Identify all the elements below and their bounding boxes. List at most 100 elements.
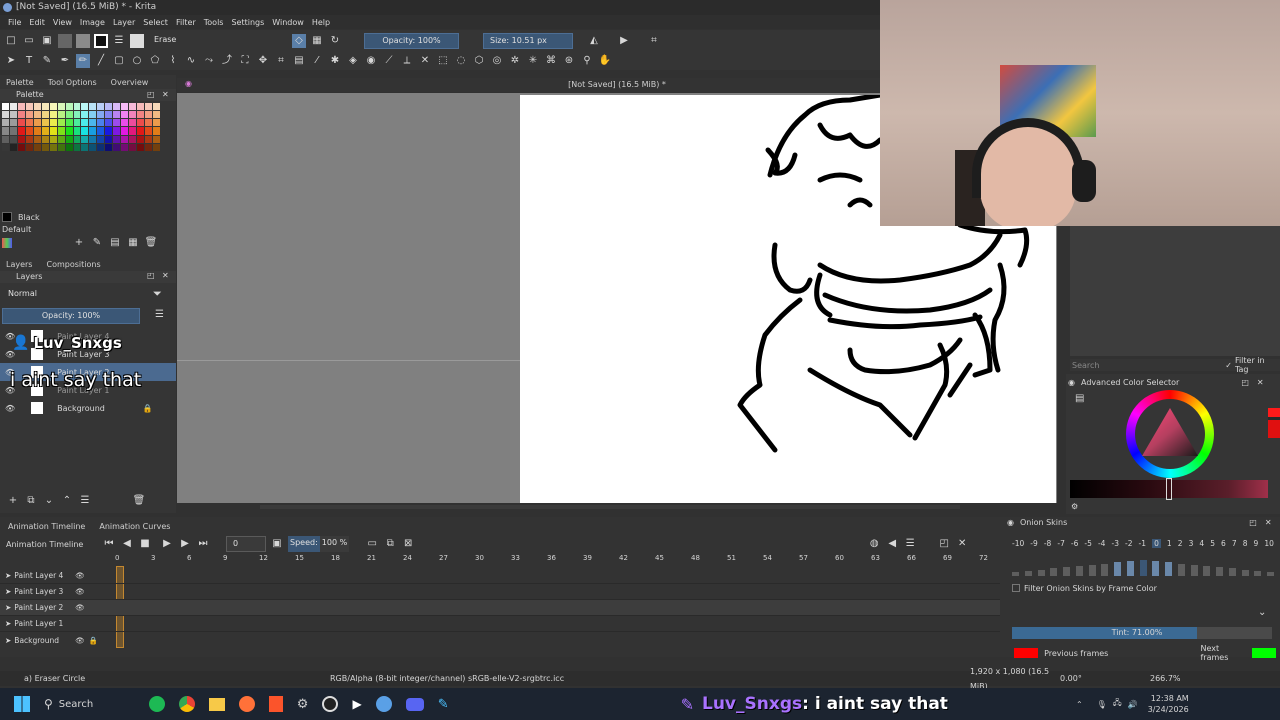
- palette-swatch[interactable]: [137, 111, 145, 119]
- frame-display-icon[interactable]: ▭: [365, 537, 379, 551]
- palette-swatch[interactable]: [2, 111, 9, 119]
- timeline-menu-icon[interactable]: ☰: [903, 537, 917, 551]
- settings-gear-icon[interactable]: ⚙: [1071, 502, 1078, 511]
- palette-swatch[interactable]: [145, 111, 153, 119]
- delete-icon[interactable]: 🗑: [144, 236, 158, 250]
- mic-icon[interactable]: 🎙: [1097, 700, 1107, 709]
- palette-swatch[interactable]: [137, 143, 145, 151]
- frame-input[interactable]: 0: [226, 536, 266, 552]
- palette-swatch[interactable]: [105, 135, 113, 143]
- eraser-mode-icon[interactable]: ◇: [292, 34, 306, 48]
- palette-swatch[interactable]: [129, 143, 137, 151]
- palette-swatch[interactable]: [113, 103, 121, 111]
- palette-swatch[interactable]: [57, 103, 65, 111]
- palette-swatch[interactable]: [17, 119, 25, 127]
- palette-swatch[interactable]: [97, 127, 105, 135]
- ellipse-select-icon[interactable]: ◌: [454, 54, 468, 68]
- palette-swatch[interactable]: [9, 143, 17, 151]
- polygon-tool-icon[interactable]: ⬠: [148, 54, 162, 68]
- onion-frame-number[interactable]: -8: [1044, 539, 1051, 548]
- palette-swatch[interactable]: [73, 111, 81, 119]
- close-icon[interactable]: ✕: [162, 271, 169, 280]
- text-tool-icon[interactable]: T: [22, 54, 36, 68]
- palette-swatch[interactable]: [113, 127, 121, 135]
- transform-tool-icon[interactable]: ⛶: [238, 54, 252, 68]
- freehand-select-icon[interactable]: ◎: [490, 54, 504, 68]
- delete-layer-icon[interactable]: 🗑: [132, 494, 146, 508]
- palette-swatch[interactable]: [2, 103, 9, 111]
- bezier-tool-icon[interactable]: ∿: [184, 54, 198, 68]
- select-shapes-icon[interactable]: ➤: [4, 54, 18, 68]
- palette-swatch[interactable]: [33, 143, 41, 151]
- chevron-up-icon[interactable]: ⌃: [60, 494, 74, 508]
- menu-edit[interactable]: Edit: [29, 18, 45, 27]
- layer-properties-icon[interactable]: ☰: [78, 494, 92, 508]
- open-folder-icon[interactable]: ▭: [22, 34, 36, 48]
- palette-swatch[interactable]: [25, 103, 33, 111]
- palette-swatch[interactable]: [137, 127, 145, 135]
- add-icon[interactable]: +: [72, 236, 86, 250]
- palette-swatch[interactable]: [97, 103, 105, 111]
- brush-search-input[interactable]: Search: [1072, 361, 1190, 370]
- reload-preset-icon[interactable]: ↻: [328, 34, 342, 48]
- palette-swatch[interactable]: [49, 135, 57, 143]
- palette-swatch[interactable]: [145, 135, 153, 143]
- measure-tool-icon[interactable]: ⟂: [400, 54, 414, 68]
- palette-swatch[interactable]: [25, 135, 33, 143]
- stop-icon[interactable]: ■: [138, 537, 152, 551]
- color-picker-icon[interactable]: ⁄: [310, 54, 324, 68]
- palette-swatch[interactable]: [129, 135, 137, 143]
- windows-start-icon[interactable]: [14, 696, 30, 712]
- onion-frame-number[interactable]: 3: [1189, 539, 1194, 548]
- palette-swatch[interactable]: [121, 143, 129, 151]
- assistant-tool-icon[interactable]: ⟋: [382, 54, 396, 68]
- timeline-layer-row[interactable]: ➤ Background 👁 🔒: [0, 632, 1000, 648]
- onion-opacity-bar[interactable]: [1126, 561, 1134, 576]
- lock-icon[interactable]: 🔒: [143, 404, 153, 413]
- canvas-scrollbar[interactable]: [260, 505, 960, 509]
- menu-file[interactable]: File: [8, 18, 21, 27]
- menu-view[interactable]: View: [53, 18, 72, 27]
- onion-frame-number[interactable]: 10: [1264, 539, 1274, 548]
- folder-icon[interactable]: [208, 697, 225, 711]
- edit-shapes-icon[interactable]: ✎: [40, 54, 54, 68]
- play-icon[interactable]: ▶: [160, 537, 174, 551]
- palette-swatch[interactable]: [33, 111, 41, 119]
- color-history[interactable]: [1268, 408, 1280, 438]
- palette-swatch[interactable]: [137, 119, 145, 127]
- onion-opacity-bar[interactable]: [1139, 560, 1147, 576]
- player-icon[interactable]: ▶: [352, 697, 361, 711]
- mirror-horizontal-icon[interactable]: ◭: [587, 34, 601, 48]
- palette-swatch[interactable]: [73, 127, 81, 135]
- timeline-layer-row[interactable]: ➤ Paint Layer 3 👁: [0, 584, 1000, 600]
- tab-palette[interactable]: Palette: [6, 78, 34, 87]
- new-document-icon[interactable]: □: [4, 34, 18, 48]
- spotify-icon[interactable]: [148, 696, 165, 712]
- timeline-layer-row-selected[interactable]: ➤ Paint Layer 2 👁: [0, 600, 1000, 616]
- magnetic-select-icon[interactable]: ⊛: [562, 54, 576, 68]
- palette-swatch[interactable]: [2, 143, 9, 151]
- onion-skin-icon[interactable]: ◍: [867, 537, 881, 551]
- dynamic-brush-icon[interactable]: ⤴: [220, 54, 234, 68]
- onion-opacity-bar[interactable]: [1241, 569, 1249, 576]
- onion-frame-number[interactable]: -10: [1012, 539, 1024, 548]
- palette-swatch[interactable]: [57, 111, 65, 119]
- onion-opacity-bar[interactable]: [1254, 570, 1262, 576]
- palette-swatch[interactable]: [89, 119, 97, 127]
- frame-settings-icon[interactable]: ⊠: [401, 537, 415, 551]
- tab-overview[interactable]: Overview: [111, 78, 149, 87]
- onion-opacity-bar[interactable]: [1024, 570, 1032, 576]
- eye-icon[interactable]: 👁: [5, 404, 15, 413]
- palette-swatch[interactable]: [121, 119, 129, 127]
- tab-layers[interactable]: Layers: [6, 260, 32, 269]
- palette-swatch[interactable]: [81, 111, 89, 119]
- palette-swatch[interactable]: [129, 111, 137, 119]
- app-icon[interactable]: ⚙: [297, 697, 309, 712]
- menu-help[interactable]: Help: [312, 18, 330, 27]
- onion-opacity-bar[interactable]: [1216, 567, 1223, 576]
- opacity-slider[interactable]: Opacity: 100%: [364, 33, 459, 49]
- audio-icon[interactable]: ◀: [885, 537, 899, 551]
- palette-swatch[interactable]: [17, 135, 25, 143]
- move-tool-icon[interactable]: ✥: [256, 54, 270, 68]
- zoom-tool-icon[interactable]: ⚲: [580, 54, 594, 68]
